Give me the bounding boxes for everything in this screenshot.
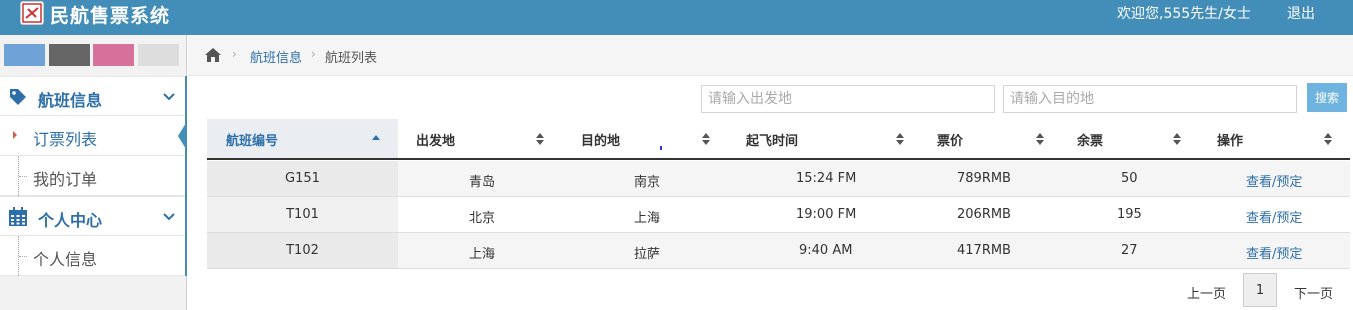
cell-flight-no: G151 [207,161,398,196]
theme-swatch-pink[interactable] [93,44,134,66]
cell-actions: 查看/预定 [1246,207,1302,226]
cell-seats: 50 [1121,171,1138,186]
cell-destination: 南京 [634,175,661,190]
sidebar-group-label: 航班信息 [38,91,103,110]
destination-input[interactable] [1003,85,1297,113]
sidebar-group-flight-info[interactable]: 航班信息 [0,76,185,116]
active-indicator-icon [178,123,186,149]
tag-icon [8,87,30,107]
cell-destination: 拉萨 [634,247,661,262]
calendar-icon [8,207,30,227]
cell-price: 417RMB [957,243,1011,258]
sidebar-item-label: 个人信息 [33,250,98,269]
cell-seats: 27 [1121,243,1138,258]
caret-right-icon [13,131,17,139]
sidebar-item-label: 我的订单 [33,170,98,189]
sidebar-item-personal-info[interactable]: 个人信息 [0,236,185,276]
cell-flight-no: T101 [207,197,398,232]
sidebar-group-label: 个人中心 [38,211,103,230]
chevron-down-icon [162,209,176,223]
sidebar: 航班信息 订票列表 我的订单 个人中心 个人信息 [0,35,187,310]
theme-swatch-gray[interactable] [49,44,90,66]
app-title: 民航售票系统 [50,5,171,27]
column-header-label: 出发地 [416,134,456,149]
theme-swatch-blue[interactable] [4,44,45,66]
column-header-departure[interactable]: 出发地 [398,119,563,158]
column-header-label: 操作 [1217,134,1244,149]
sort-icon [536,133,544,145]
home-icon[interactable] [204,47,222,63]
cell-departure: 青岛 [469,175,496,190]
sidebar-group-personal-center[interactable]: 个人中心 [0,196,185,236]
breadcrumb: › 航班信息 › 航班列表 [188,35,1353,76]
column-header-price[interactable]: 票价 [918,119,1058,158]
breadcrumb-current: 航班列表 [325,51,378,66]
sidebar-item-booking-list[interactable]: 订票列表 [0,116,186,156]
book-link[interactable]: 预定 [1276,247,1302,262]
cell-flight-no: T102 [207,233,398,268]
welcome-text: 欢迎您,555先生/女士 [1117,6,1251,22]
page-number-button[interactable]: 1 [1243,273,1277,307]
breadcrumb-section-link[interactable]: 航班信息 [250,47,302,66]
column-header-destination[interactable]: 目的地 [563,119,728,158]
column-header-departure-time[interactable]: 起飞时间 [728,119,918,158]
column-header-actions[interactable]: 操作 [1198,119,1348,158]
book-link[interactable]: 预定 [1276,175,1302,190]
column-header-label: 航班编号 [226,134,279,149]
next-page-button[interactable]: 下一页 [1294,283,1333,302]
table-row: G151 青岛 南京 15:24 FM 789RMB 50 查看/预定 [207,161,1350,197]
sort-icon [1324,133,1332,145]
cell-departure: 北京 [469,211,496,226]
chevron-down-icon [162,89,176,103]
app-logo-icon [20,1,44,25]
cell-actions: 查看/预定 [1246,171,1302,190]
sort-icon [1173,133,1181,145]
sidebar-menu: 航班信息 订票列表 我的订单 个人中心 个人信息 [0,76,187,276]
column-header-label: 余票 [1077,134,1104,149]
search-button[interactable]: 搜索 [1307,83,1347,112]
sidebar-item-my-orders[interactable]: 我的订单 [0,156,185,196]
cell-departure-time: 19:00 FM [796,207,857,222]
cell-departure-time: 9:40 AM [799,243,853,258]
sort-icon [1036,133,1044,145]
sort-icon [702,133,710,145]
book-link[interactable]: 预定 [1276,211,1302,226]
breadcrumb-separator-icon: › [232,47,237,61]
sort-icon [896,133,904,145]
cell-departure: 上海 [469,247,496,262]
top-navbar: 民航售票系统 欢迎您,555先生/女士 退出 [0,0,1353,35]
column-header-seats[interactable]: 余票 [1058,119,1198,158]
table-row: T102 上海 拉萨 9:40 AM 417RMB 27 查看/预定 [207,233,1350,269]
view-link[interactable]: 查看 [1246,175,1272,190]
table-row: T101 北京 上海 19:00 FM 206RMB 195 查看/预定 [207,197,1350,233]
view-link[interactable]: 查看 [1246,247,1272,262]
column-header-flight-no[interactable]: 航班编号 [207,119,398,158]
departure-input[interactable] [701,85,995,113]
column-header-label: 目的地 [581,134,621,149]
column-header-label: 起飞时间 [746,134,799,149]
previous-page-button[interactable]: 上一页 [1187,283,1226,302]
cell-departure-time: 15:24 FM [796,171,857,186]
cell-destination: 上海 [634,211,661,226]
column-header-label: 票价 [937,134,964,149]
sidebar-item-label: 订票列表 [33,130,98,149]
cell-price: 206RMB [957,207,1011,222]
table-header: 航班编号 出发地 目的地 起飞时间 票价 余票 操作 [207,119,1350,160]
cell-seats: 195 [1117,207,1142,222]
breadcrumb-separator-icon: › [311,47,316,61]
theme-swatch-light[interactable] [138,44,179,66]
cell-price: 789RMB [957,171,1011,186]
logout-link[interactable]: 退出 [1287,3,1315,23]
sort-asc-icon [372,133,380,145]
cell-actions: 查看/预定 [1246,243,1302,262]
view-link[interactable]: 查看 [1246,211,1272,226]
